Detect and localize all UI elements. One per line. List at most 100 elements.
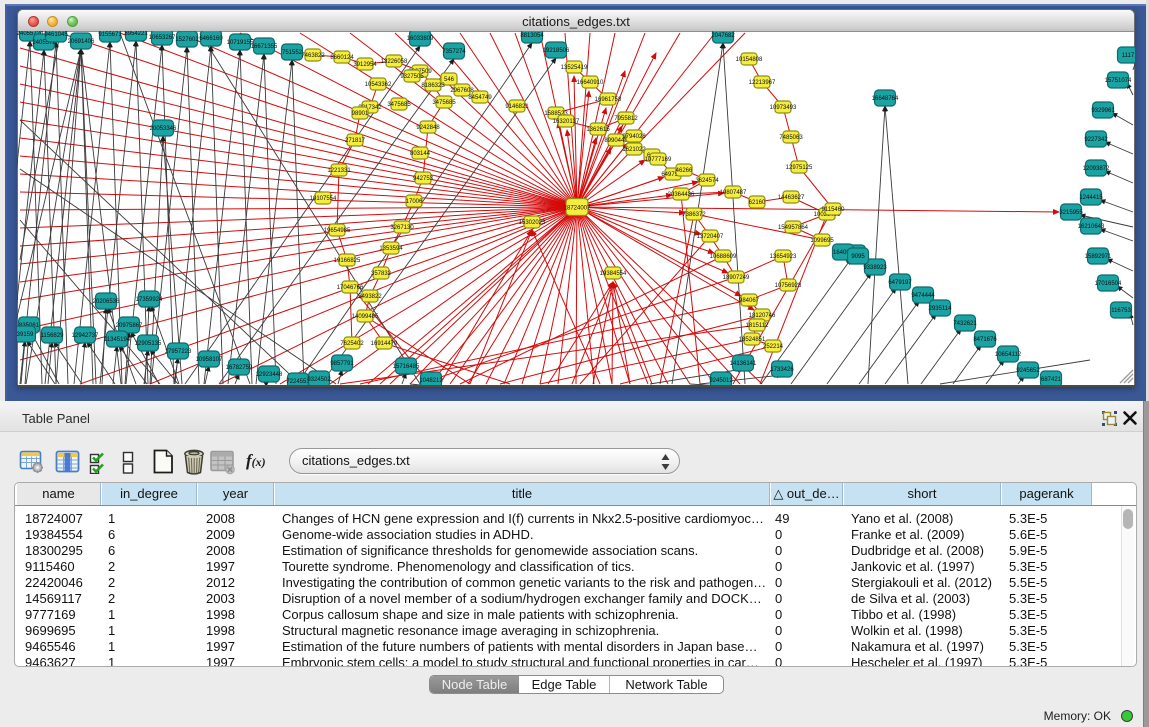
svg-text:1362615: 1362615	[586, 127, 610, 133]
svg-text:10107554: 10107554	[310, 196, 337, 202]
svg-text:3493822: 3493822	[358, 294, 382, 300]
svg-text:16961758: 16961758	[595, 97, 622, 103]
svg-text:13525419: 13525419	[561, 65, 588, 71]
svg-text:18724007: 18724007	[564, 206, 591, 212]
svg-text:1156829: 1156829	[41, 333, 65, 339]
svg-text:10654112: 10654112	[995, 352, 1022, 358]
svg-text:12093872: 12093872	[1083, 166, 1110, 172]
svg-text:9242848: 9242848	[416, 125, 440, 131]
svg-text:17016504: 17016504	[1095, 281, 1122, 287]
svg-text:1353594: 1353594	[379, 246, 403, 252]
svg-text:2967608: 2967608	[450, 88, 474, 94]
svg-text:10756928: 10756928	[775, 283, 802, 289]
svg-text:9327505: 9327505	[400, 74, 424, 80]
svg-text:7432621: 7432621	[953, 321, 977, 327]
svg-text:98901: 98901	[352, 111, 369, 117]
svg-text:17006: 17006	[406, 199, 423, 205]
svg-text:12213967: 12213967	[749, 80, 776, 86]
svg-text:12923448: 12923448	[256, 372, 283, 378]
svg-text:7463822: 7463822	[301, 53, 325, 59]
svg-text:16648764: 16648764	[872, 96, 899, 102]
svg-text:8454749: 8454749	[468, 95, 492, 101]
svg-text:13720407: 13720407	[697, 234, 724, 240]
svg-text:1733426: 1733426	[770, 367, 794, 373]
svg-text:6479197: 6479197	[888, 280, 912, 286]
svg-text:16671355: 16671355	[251, 44, 278, 50]
svg-text:16640910: 16640910	[577, 80, 604, 86]
svg-text:19218506: 19218506	[543, 48, 570, 54]
svg-text:7386372: 7386372	[682, 212, 706, 218]
svg-text:12942737: 12942737	[72, 333, 99, 339]
svg-text:18120746: 18120746	[749, 313, 776, 319]
svg-text:10154808: 10154808	[736, 57, 763, 63]
svg-text:12975125: 12975125	[786, 165, 813, 171]
svg-text:546: 546	[444, 77, 455, 83]
svg-text:15716485: 15716485	[393, 364, 420, 370]
svg-text:942753: 942753	[413, 176, 434, 182]
svg-text:3475685: 3475685	[432, 100, 456, 106]
svg-text:16033809: 16033809	[407, 36, 434, 42]
svg-text:9155671: 9155671	[98, 32, 122, 38]
svg-text:10973493: 10973493	[770, 105, 797, 111]
svg-text:9461045: 9461045	[44, 32, 68, 38]
svg-text:20975867: 20975867	[116, 323, 143, 329]
svg-text:1244415: 1244415	[1079, 195, 1103, 201]
svg-text:1221331: 1221331	[327, 168, 351, 174]
svg-text:17046766: 17046766	[337, 285, 364, 291]
svg-text:357832: 357832	[371, 271, 392, 277]
svg-text:8471676: 8471676	[973, 337, 997, 343]
svg-text:116753: 116753	[1111, 308, 1131, 314]
svg-text:14136141: 14136141	[730, 361, 757, 367]
svg-text:1117: 1117	[1122, 53, 1135, 59]
svg-text:15302023: 15302023	[519, 220, 546, 226]
svg-text:19654985: 19654985	[324, 228, 351, 234]
svg-text:803144: 803144	[410, 151, 431, 157]
svg-text:10777169: 10777169	[645, 157, 672, 163]
svg-text:20691406: 20691406	[68, 39, 95, 45]
svg-text:8660124: 8660124	[330, 55, 354, 61]
svg-text:9324502: 9324502	[307, 377, 331, 383]
svg-text:8813054: 8813054	[520, 33, 544, 39]
svg-text:3267130: 3267130	[390, 225, 414, 231]
svg-text:20364436: 20364436	[668, 192, 695, 198]
svg-text:10958107: 10958107	[196, 357, 223, 363]
svg-text:14463627: 14463627	[778, 195, 805, 201]
svg-text:751552: 751552	[282, 50, 303, 56]
svg-text:10543362: 10543362	[365, 82, 392, 88]
svg-text:3624574: 3624574	[695, 178, 719, 184]
svg-text:154957864: 154957864	[778, 225, 809, 231]
svg-text:18907249: 18907249	[723, 275, 750, 281]
svg-text:9115460: 9115460	[822, 207, 846, 213]
svg-text:10688609: 10688609	[710, 254, 737, 260]
svg-text:9095: 9095	[851, 254, 865, 260]
svg-text:10653267: 10653267	[149, 35, 176, 41]
svg-text:15892971: 15892971	[1085, 254, 1112, 260]
svg-text:8954221: 8954221	[124, 31, 148, 37]
svg-text:62160: 62160	[749, 200, 766, 206]
svg-text:13654923: 13654923	[770, 254, 797, 260]
svg-text:1815112: 1815112	[746, 323, 770, 329]
svg-text:3475685: 3475685	[387, 102, 411, 108]
svg-text:12905135: 12905135	[135, 341, 162, 347]
svg-text:687421: 687421	[1041, 377, 1062, 383]
svg-text:1621022: 1621022	[622, 147, 646, 153]
svg-text:16914479: 16914479	[371, 341, 398, 347]
svg-text:6466160: 6466160	[199, 36, 223, 42]
svg-text:2047682: 2047682	[711, 33, 735, 39]
svg-text:3215955: 3215955	[1059, 210, 1083, 216]
svg-text:9857791: 9857791	[330, 361, 354, 367]
svg-text:9227342: 9227342	[1084, 137, 1108, 143]
svg-text:1099695: 1099695	[810, 238, 834, 244]
svg-text:2935114: 2935114	[929, 306, 953, 312]
svg-text:15751074: 15751074	[1105, 78, 1132, 84]
svg-text:8186323: 8186323	[421, 83, 445, 89]
svg-text:10807487: 10807487	[720, 190, 747, 196]
svg-text:7357274: 7357274	[442, 49, 466, 55]
svg-text:20053346: 20053346	[150, 126, 177, 132]
svg-text:7625402: 7625402	[340, 341, 364, 347]
svg-text:11345194: 11345194	[104, 337, 131, 343]
svg-text:7485063: 7485063	[779, 135, 803, 141]
svg-text:271817: 271817	[345, 138, 366, 144]
svg-text:9474444: 9474444	[911, 293, 935, 299]
svg-text:18524851: 18524851	[739, 337, 766, 343]
